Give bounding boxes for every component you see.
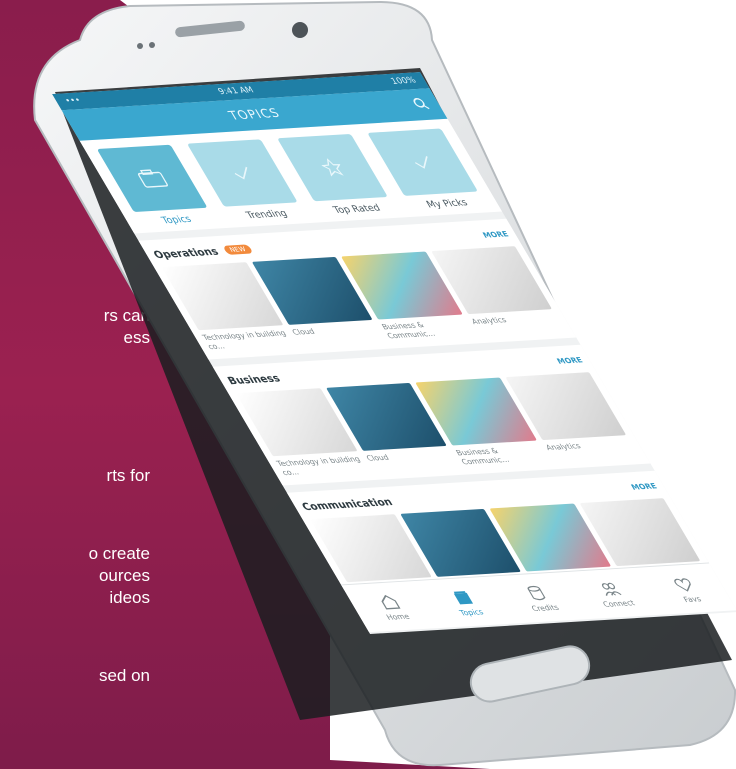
check-icon [415,155,428,169]
app-title: TOPICS [226,106,283,123]
section-title: Communication [299,495,395,513]
section-operations: Operations NEW MORE Technology in buildin… [138,218,577,360]
heart-icon [673,577,691,592]
tile-label: Topics [159,214,194,227]
search-icon[interactable] [410,97,430,110]
status-time: 9:41 AM [216,85,256,97]
folder-icon [137,169,168,188]
status-signal: ••• [63,96,84,107]
star-icon [320,158,344,177]
more-link[interactable]: MORE [481,229,510,239]
home-icon [381,594,401,610]
check-icon [234,166,248,180]
more-link[interactable]: MORE [629,481,658,491]
topics-icon [453,590,473,604]
tile-label: Top Rated [331,203,383,216]
status-battery: 100% [389,76,419,87]
tile-label: My Picks [424,197,470,211]
more-link[interactable]: MORE [555,355,584,365]
new-badge: NEW [221,244,254,255]
section-title: Business [224,371,283,387]
section-business: Business MORE Technology in building co.… [212,344,651,486]
section-title: Operations NEW [151,243,255,261]
tile-label: Trending [244,208,290,221]
coins-icon [527,585,546,600]
people-icon [601,582,622,596]
